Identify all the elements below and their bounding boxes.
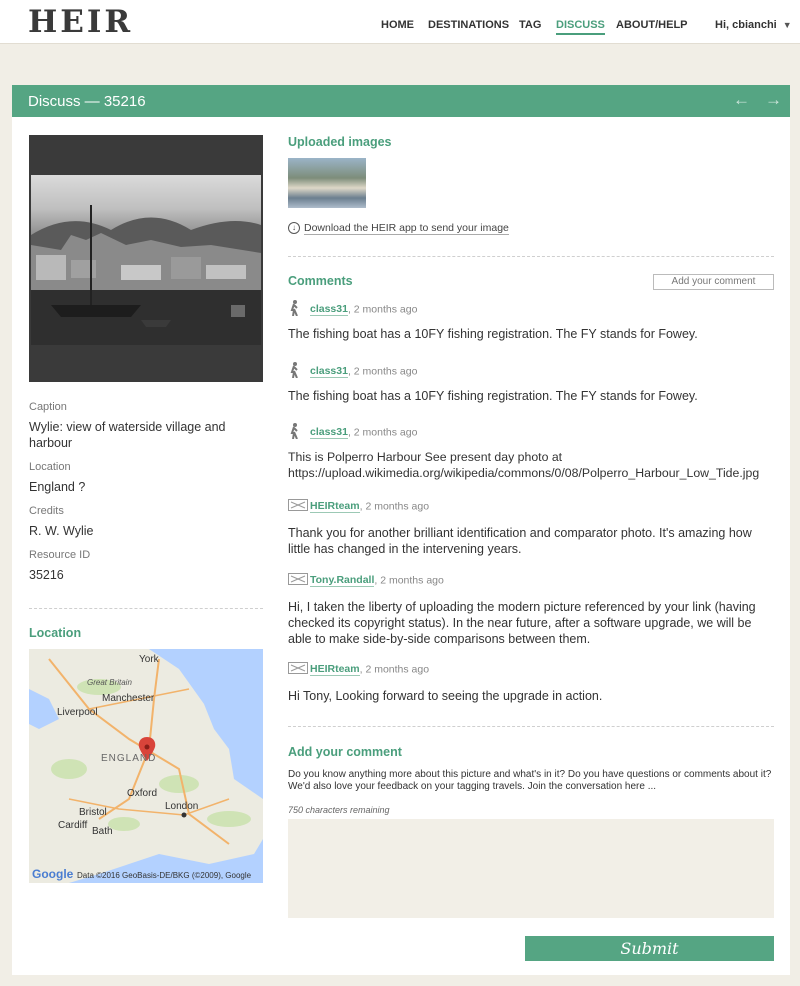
map-attribution: Data ©2016 GeoBasis-DE/BKG (©2009), Goog… [77, 871, 252, 880]
caption-label: Caption [29, 401, 67, 413]
comment-item: HEIRteam, 2 months ago Thank you for ano… [288, 499, 774, 557]
comment-author[interactable]: Tony.Randall [310, 574, 375, 588]
comment-time: , 2 months ago [347, 426, 418, 439]
comments-title: Comments [288, 274, 353, 288]
map-label-bath: Bath [92, 826, 113, 837]
comment-item: HEIRteam, 2 months ago Hi Tony, Looking … [288, 662, 774, 704]
previous-arrow-icon[interactable]: ← [733, 90, 750, 110]
user-greeting: Hi, cbianchi [715, 19, 777, 31]
download-icon: ↓ [288, 222, 300, 235]
nav-destinations[interactable]: DESTINATIONS [428, 19, 509, 31]
comment-meta: class31, 2 months ago [288, 362, 788, 381]
comment-text: Hi Tony, Looking forward to seeing the u… [288, 689, 603, 703]
comment-author[interactable]: class31 [310, 303, 348, 317]
nav-about-help[interactable]: ABOUT/HELP [616, 19, 688, 31]
site-logo[interactable]: HEIR [28, 4, 133, 40]
comment-meta: class31, 2 months ago [288, 423, 788, 442]
comment-item: Tony.Randall, 2 months ago Hi, I taken t… [288, 573, 774, 647]
comment-time: , 2 months ago [347, 303, 418, 316]
comment-author[interactable]: HEIRteam [310, 663, 360, 677]
top-bar: HEIR HOME DESTINATIONS TAG DISCUSS ABOUT… [0, 0, 800, 44]
map-label-york: York [139, 654, 159, 665]
map-label-bristol: Bristol [79, 807, 107, 818]
location-label: Location [29, 461, 71, 473]
uploaded-images-title: Uploaded images [288, 135, 392, 149]
comment-author[interactable]: HEIRteam [310, 500, 360, 514]
characters-remaining: 750 characters remaining [288, 805, 390, 815]
comment-author[interactable]: class31 [310, 365, 348, 379]
hiker-icon [288, 423, 306, 442]
map-label-manchester: Manchester [102, 693, 155, 704]
download-app-link[interactable]: ↓ Download the HEIR app to send your imag… [288, 222, 509, 235]
comment-time: , 2 months ago [347, 365, 418, 378]
caption-value: Wylie: view of waterside village and har… [29, 420, 226, 450]
resource-id-value: 35216 [29, 568, 64, 582]
download-app-text: Download the HEIR app to send your image [304, 222, 509, 235]
main-photo[interactable] [29, 135, 263, 382]
comment-meta: HEIRteam, 2 months ago [288, 499, 774, 515]
next-arrow-icon[interactable]: → [765, 90, 782, 110]
divider [288, 726, 774, 727]
user-menu[interactable]: Hi, cbianchi ▼ [715, 19, 792, 31]
comment-meta: class31, 2 months ago [288, 300, 788, 319]
map-label-cardiff: Cardiff [58, 820, 88, 831]
comment-meta: HEIRteam, 2 months ago [288, 662, 774, 678]
comment-text: Thank you for another brilliant identifi… [288, 526, 752, 556]
comment-text: The fishing boat has a 10FY fishing regi… [288, 327, 698, 341]
chevron-down-icon: ▼ [782, 20, 792, 30]
map-label-great-britain: Great Britain [87, 678, 132, 687]
add-comment-title: Add your comment [288, 745, 402, 759]
resource-id-label: Resource ID [29, 549, 91, 561]
comment-time: , 2 months ago [374, 574, 444, 587]
credits-value: R. W. Wylie [29, 524, 94, 538]
uploaded-image-thumbnail[interactable] [288, 158, 366, 208]
location-map[interactable]: York Great Britain Manchester Liverpool … [29, 649, 263, 883]
hiker-icon [288, 300, 306, 319]
map-label-oxford: Oxford [127, 788, 158, 799]
page-title: Discuss — 35216 [28, 93, 146, 110]
divider [288, 256, 774, 257]
comment-time: , 2 months ago [359, 500, 430, 513]
comment-item: class31, 2 months ago The fishing boat h… [288, 300, 788, 342]
divider [29, 608, 263, 609]
photo-image [31, 175, 261, 345]
map-label-liverpool: Liverpool [57, 707, 98, 718]
submit-button[interactable]: Submit [525, 936, 774, 961]
team-icon [288, 573, 308, 588]
add-comment-intro: Do you know anything more about this pic… [288, 769, 772, 792]
hiker-icon [288, 362, 306, 381]
nav-tag[interactable]: TAG [519, 19, 541, 31]
comment-text: The fishing boat has a 10FY fishing regi… [288, 389, 698, 403]
comment-textarea[interactable] [288, 819, 774, 918]
panel-header: Discuss — 35216 ← → [12, 85, 790, 117]
nav-home[interactable]: HOME [381, 19, 414, 31]
team-icon [288, 499, 308, 514]
comment-item: class31, 2 months ago The fishing boat h… [288, 362, 788, 404]
comment-item: class31, 2 months ago This is Polperro H… [288, 423, 788, 481]
team-icon [288, 662, 308, 677]
google-logo: Google [32, 867, 74, 881]
comment-text: This is Polperro Harbour See present day… [288, 450, 760, 480]
nav-discuss[interactable]: DISCUSS [556, 19, 605, 35]
map-label-england: ENGLAND [101, 753, 157, 764]
discuss-panel: Discuss — 35216 ← → Caption Wylie: view … [12, 85, 790, 975]
location-value: England ? [29, 480, 86, 494]
credits-label: Credits [29, 505, 64, 517]
add-comment-button[interactable]: Add your comment [653, 274, 774, 290]
comment-meta: Tony.Randall, 2 months ago [288, 573, 774, 589]
comment-author[interactable]: class31 [310, 426, 348, 440]
map-label-london: London [165, 801, 199, 812]
comment-text: Hi, I taken the liberty of uploading the… [288, 600, 756, 646]
location-section-title: Location [29, 626, 82, 640]
comment-time: , 2 months ago [359, 663, 430, 676]
